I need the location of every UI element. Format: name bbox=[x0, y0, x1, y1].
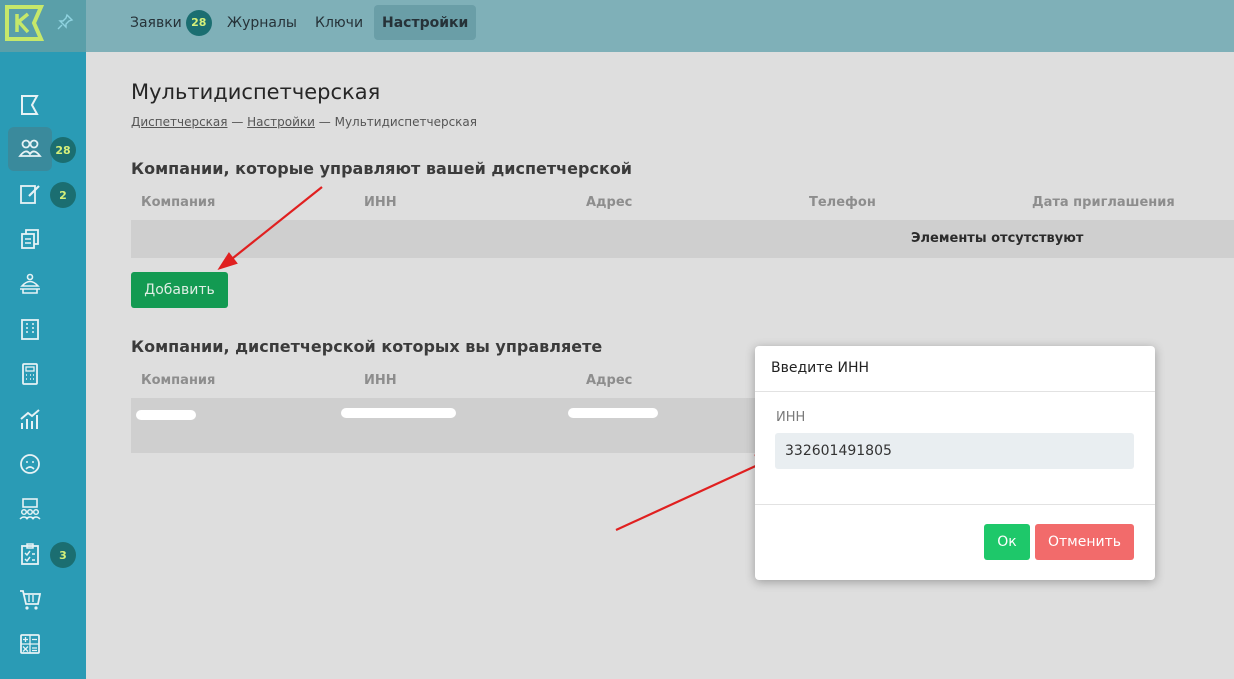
column-header[interactable]: ИНН bbox=[364, 373, 397, 388]
flag-icon bbox=[21, 95, 39, 115]
empty-table-row: Элементы отсутствуют bbox=[131, 220, 1234, 258]
column-header[interactable]: Компания bbox=[141, 373, 215, 388]
inn-dialog: Введите ИНН ИНН Ок Отменить bbox=[755, 346, 1155, 580]
pin-icon[interactable] bbox=[56, 13, 74, 31]
tab-journals[interactable]: Журналы bbox=[219, 5, 305, 40]
users-icon bbox=[18, 139, 42, 157]
sidebar-item-edit-document[interactable] bbox=[8, 172, 52, 216]
top-navigation: Заявки 28 Журналы Ключи Настройки bbox=[86, 0, 1234, 52]
tab-requests[interactable]: Заявки 28 bbox=[122, 5, 220, 40]
sidebar-item-calculator[interactable] bbox=[8, 352, 52, 396]
breadcrumb-dispatch-link[interactable]: Диспетчерская bbox=[131, 115, 228, 129]
page-title: Мультидиспетчерская bbox=[131, 80, 381, 104]
sidebar-item-building[interactable] bbox=[8, 307, 52, 351]
sidebar-item-math-ops[interactable] bbox=[8, 622, 52, 666]
section-managed-companies-title: Компании, диспетчерской которых вы управ… bbox=[131, 337, 603, 356]
redacted-inn bbox=[341, 408, 456, 418]
sidebar-item-chart[interactable] bbox=[8, 397, 52, 441]
redacted-address bbox=[568, 408, 658, 418]
sidebar-item-cart[interactable] bbox=[8, 577, 52, 621]
tab-settings[interactable]: Настройки bbox=[374, 5, 477, 40]
column-header[interactable]: Адрес bbox=[586, 373, 632, 388]
logo-icon[interactable] bbox=[4, 4, 44, 42]
tab-requests-badge: 28 bbox=[185, 9, 212, 36]
tab-journals-label: Журналы bbox=[227, 14, 297, 31]
column-header[interactable]: Телефон bbox=[809, 195, 876, 210]
breadcrumb-separator: — bbox=[231, 115, 244, 129]
empty-message: Элементы отсутствуют bbox=[911, 231, 1084, 246]
sidebar: 28 2 3 bbox=[0, 0, 86, 679]
dialog-header: Введите ИНН bbox=[755, 346, 1155, 392]
building-icon bbox=[21, 319, 39, 340]
table-header: Компания ИНН Адрес Телефон Дата приглаше… bbox=[131, 189, 1234, 219]
sidebar-item-users[interactable] bbox=[8, 127, 52, 171]
tab-keys-label: Ключи bbox=[315, 14, 364, 31]
section-managing-companies-title: Компании, которые управляют вашей диспет… bbox=[131, 159, 633, 178]
sidebar-item-checklist[interactable] bbox=[8, 532, 52, 576]
breadcrumb-settings-link[interactable]: Настройки bbox=[247, 115, 315, 129]
tab-requests-label: Заявки bbox=[130, 14, 182, 31]
add-button[interactable]: Добавить bbox=[131, 272, 228, 308]
breadcrumb: Диспетчерская — Настройки — Мультидиспет… bbox=[131, 115, 477, 129]
column-header[interactable]: Дата приглашения bbox=[1032, 195, 1175, 210]
cancel-button[interactable]: Отменить bbox=[1035, 524, 1134, 560]
sidebar-badge-checklist: 3 bbox=[50, 542, 76, 568]
cart-icon bbox=[20, 590, 42, 610]
logo-area bbox=[0, 0, 86, 52]
breadcrumb-current: Мультидиспетчерская bbox=[334, 115, 477, 129]
sidebar-item-sad-face[interactable] bbox=[8, 442, 52, 486]
concierge-icon bbox=[20, 273, 40, 294]
team-icon bbox=[19, 498, 41, 520]
tab-settings-label: Настройки bbox=[382, 14, 469, 31]
math-ops-icon bbox=[20, 634, 40, 654]
dialog-footer-divider bbox=[755, 504, 1155, 505]
chart-icon bbox=[20, 409, 40, 429]
column-header[interactable]: Компания bbox=[141, 195, 215, 210]
checklist-icon bbox=[21, 543, 39, 565]
dialog-title: Введите ИНН bbox=[771, 360, 869, 376]
inn-input[interactable] bbox=[775, 433, 1134, 469]
breadcrumb-separator: — bbox=[318, 115, 331, 129]
column-header[interactable]: ИНН bbox=[364, 195, 397, 210]
table-header: Компания ИНН Адрес bbox=[131, 367, 751, 397]
inn-field-label: ИНН bbox=[776, 410, 806, 425]
edit-document-icon bbox=[20, 185, 40, 204]
ok-button[interactable]: Ок bbox=[984, 524, 1030, 560]
sidebar-item-flag[interactable] bbox=[8, 83, 52, 127]
sad-face-icon bbox=[20, 454, 40, 474]
column-header[interactable]: Адрес bbox=[586, 195, 632, 210]
table-row[interactable] bbox=[131, 398, 761, 453]
tab-keys[interactable]: Ключи bbox=[307, 5, 371, 40]
sidebar-item-documents[interactable] bbox=[8, 217, 52, 261]
sidebar-item-concierge[interactable] bbox=[8, 262, 52, 306]
sidebar-badge-users: 28 bbox=[50, 137, 76, 163]
sidebar-item-team[interactable] bbox=[8, 487, 52, 531]
calculator-icon bbox=[22, 363, 38, 385]
redacted-company bbox=[136, 410, 196, 420]
sidebar-badge-edit: 2 bbox=[50, 182, 76, 208]
documents-icon bbox=[21, 229, 39, 249]
